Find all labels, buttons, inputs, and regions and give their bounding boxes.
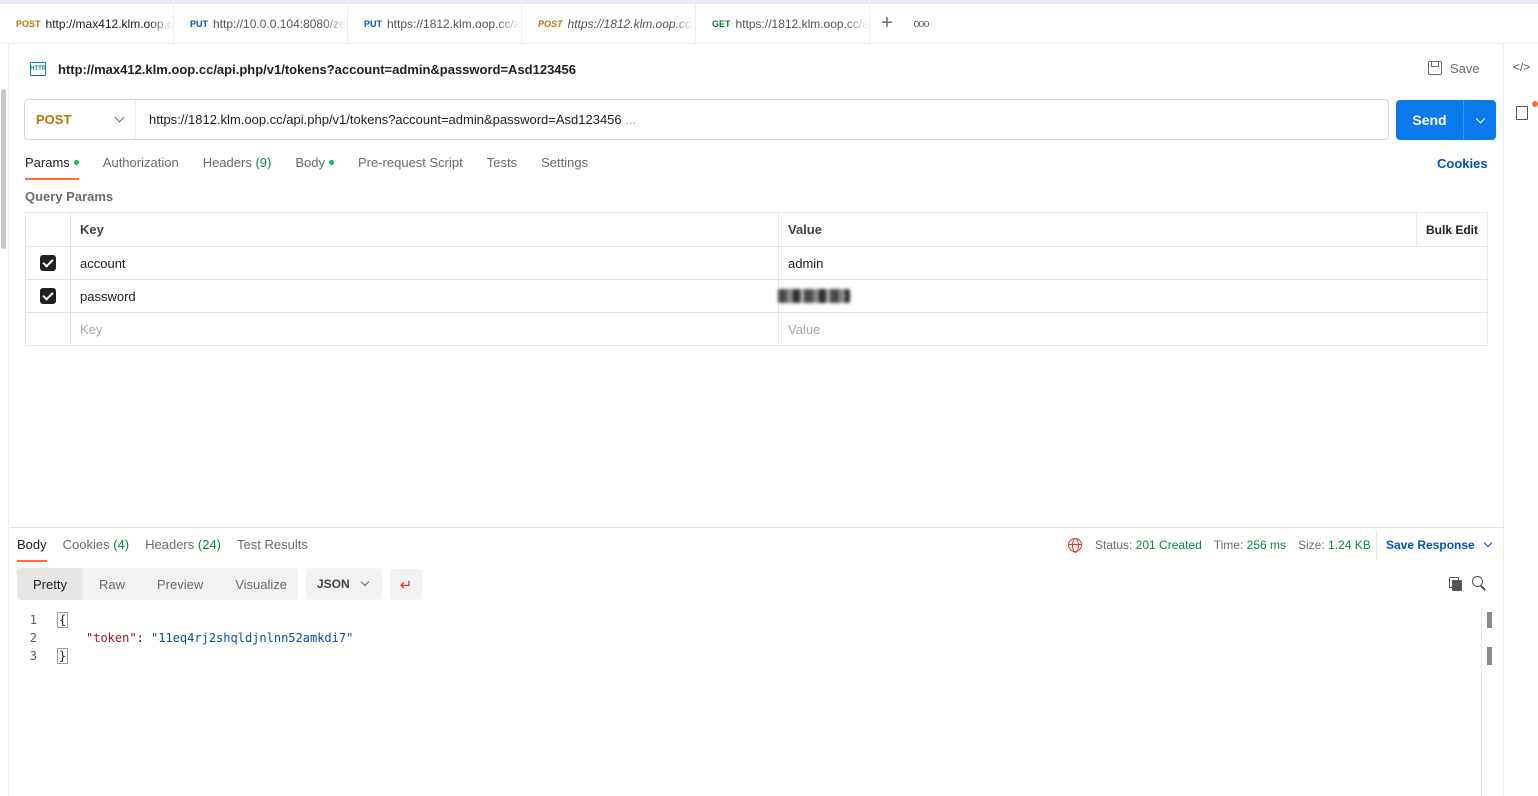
response-divider[interactable]	[10, 527, 1503, 528]
save-label: Save	[1450, 60, 1480, 76]
plus-icon: +	[881, 12, 893, 34]
save-response-button[interactable]: Save Response	[1376, 530, 1492, 560]
chevron-down-icon	[1483, 538, 1492, 548]
param-key[interactable]: account	[71, 247, 779, 279]
response-tabs: Body Cookies (4) Headers (24) Test Resul…	[17, 537, 324, 562]
response-time[interactable]: 256 ms	[1247, 538, 1286, 552]
chevron-down-icon	[1475, 113, 1485, 123]
table-row: Key Value	[26, 312, 1487, 345]
view-pretty[interactable]: Pretty	[17, 568, 83, 600]
response-size[interactable]: 1.24 KB	[1328, 538, 1371, 552]
new-value-input[interactable]: Value	[779, 313, 1487, 345]
code-line: 1 {	[29, 612, 69, 628]
new-key-input[interactable]: Key	[71, 313, 779, 345]
tab-method: GET	[712, 18, 731, 29]
request-header: HTTP http://max412.klm.oop.cc/api.php/v1…	[30, 60, 576, 78]
tab-tests[interactable]: Tests	[487, 155, 517, 180]
param-key[interactable]: password	[71, 280, 779, 312]
tab-test-results[interactable]: Test Results	[237, 537, 308, 562]
send-button[interactable]: Send	[1396, 100, 1463, 140]
tab-method: PUT	[190, 18, 208, 29]
chevron-down-icon	[114, 112, 125, 123]
wrap-icon: ↵	[399, 576, 413, 594]
param-checkbox[interactable]	[40, 288, 56, 304]
column-key: Key	[71, 213, 779, 246]
request-tab[interactable]: PUT http://10.0.0.104:8080/ze	[174, 4, 348, 43]
send-options-button[interactable]	[1463, 100, 1496, 140]
tab-pre-request-script[interactable]: Pre-request Script	[358, 155, 463, 180]
method-select[interactable]: POST	[25, 100, 136, 139]
tab-method: POST	[538, 18, 563, 29]
code-icon[interactable]: </>	[1504, 60, 1538, 74]
param-checkbox[interactable]	[40, 255, 56, 271]
response-status: Status: 201 Created Time: 256 ms Size: 1…	[1068, 538, 1371, 553]
view-preview[interactable]: Preview	[141, 568, 219, 600]
request-name[interactable]: http://max412.klm.oop.cc/api.php/v1/toke…	[58, 62, 576, 77]
url-bar: POST https://1812.klm.oop.cc/api.php/v1/…	[24, 99, 1389, 140]
view-visualize[interactable]: Visualize	[219, 568, 303, 600]
more-icon: ooo	[913, 17, 929, 30]
tab-body[interactable]: Body	[295, 155, 334, 180]
table-row: password	[26, 279, 1487, 312]
table-header: Key Value Bulk Edit	[26, 213, 1487, 246]
indicator-dot	[328, 160, 334, 166]
request-tab[interactable]: POST http://max412.klm.oop.cc	[0, 4, 174, 43]
tab-response-headers[interactable]: Headers (24)	[145, 537, 221, 562]
tab-response-body[interactable]: Body	[17, 537, 47, 562]
wrap-lines-button[interactable]: ↵	[390, 569, 422, 600]
docs-icon[interactable]	[1504, 106, 1538, 123]
tab-authorization[interactable]: Authorization	[103, 155, 179, 180]
code-scrollbar[interactable]	[1481, 609, 1493, 796]
param-value[interactable]: admin	[779, 247, 1487, 279]
request-tabs: Params Authorization Headers (9) Body Pr…	[25, 155, 612, 180]
status-badge[interactable]: 201 Created	[1136, 538, 1202, 552]
view-raw[interactable]: Raw	[83, 568, 141, 600]
copy-icon[interactable]	[1449, 577, 1462, 591]
format-select[interactable]: JSON	[306, 568, 382, 600]
code-line: 3 }	[29, 648, 69, 664]
column-value: Value	[788, 222, 822, 237]
save-icon	[1428, 61, 1442, 75]
request-tab[interactable]: GET https://1812.klm.oop.cc/a	[696, 4, 870, 43]
response-body-code[interactable]: 1 { 2 "token": "11eq4rj2shqldjnlnn52amkd…	[17, 611, 353, 665]
request-tab[interactable]: PUT https://1812.klm.oop.cc/a	[348, 4, 522, 43]
chevron-down-icon	[360, 577, 370, 587]
globe-icon[interactable]	[1068, 538, 1082, 553]
http-icon: HTTP	[30, 62, 46, 76]
cookies-link[interactable]: Cookies	[1437, 156, 1488, 171]
new-tab-button[interactable]: +	[870, 4, 904, 43]
tab-method: PUT	[364, 18, 382, 29]
tab-response-cookies[interactable]: Cookies (4)	[63, 537, 129, 562]
tab-params[interactable]: Params	[25, 155, 79, 180]
bulk-edit-button[interactable]: Bulk Edit	[1416, 213, 1487, 246]
tab-headers[interactable]: Headers (9)	[203, 155, 272, 180]
more-tabs-button[interactable]: ooo	[904, 4, 938, 43]
search-icon[interactable]	[1472, 576, 1486, 590]
param-value[interactable]	[778, 280, 1487, 312]
send-button-group: Send	[1396, 100, 1496, 140]
code-line: 2 "token": "11eq4rj2shqldjnlnn52amkdi7"	[29, 631, 354, 645]
tab-bar: POST http://max412.klm.oop.cc PUT http:/…	[0, 0, 1538, 44]
left-scroll-strip	[0, 44, 9, 796]
url-input[interactable]: https://1812.klm.oop.cc/api.php/v1/token…	[136, 112, 636, 127]
scrollbar-thumb[interactable]	[1, 89, 6, 249]
tab-method: POST	[16, 18, 41, 29]
right-sidebar: </>	[1503, 44, 1538, 796]
request-tab[interactable]: POST https://1812.klm.oop.cc/	[522, 4, 696, 43]
token-value: "11eq4rj2shqldjnlnn52amkdi7"	[151, 631, 354, 645]
masked-value	[778, 289, 850, 303]
query-params-title: Query Params	[25, 189, 114, 204]
view-mode-tabs: Pretty Raw Preview Visualize	[17, 568, 298, 600]
save-button[interactable]: Save	[1428, 59, 1480, 77]
indicator-dot	[73, 160, 79, 166]
table-row: account admin	[26, 246, 1487, 279]
tab-settings[interactable]: Settings	[541, 155, 588, 180]
query-params-table: Key Value Bulk Edit account admin passwo…	[25, 212, 1488, 346]
method-value: POST	[36, 112, 72, 127]
notification-dot	[1532, 101, 1538, 107]
